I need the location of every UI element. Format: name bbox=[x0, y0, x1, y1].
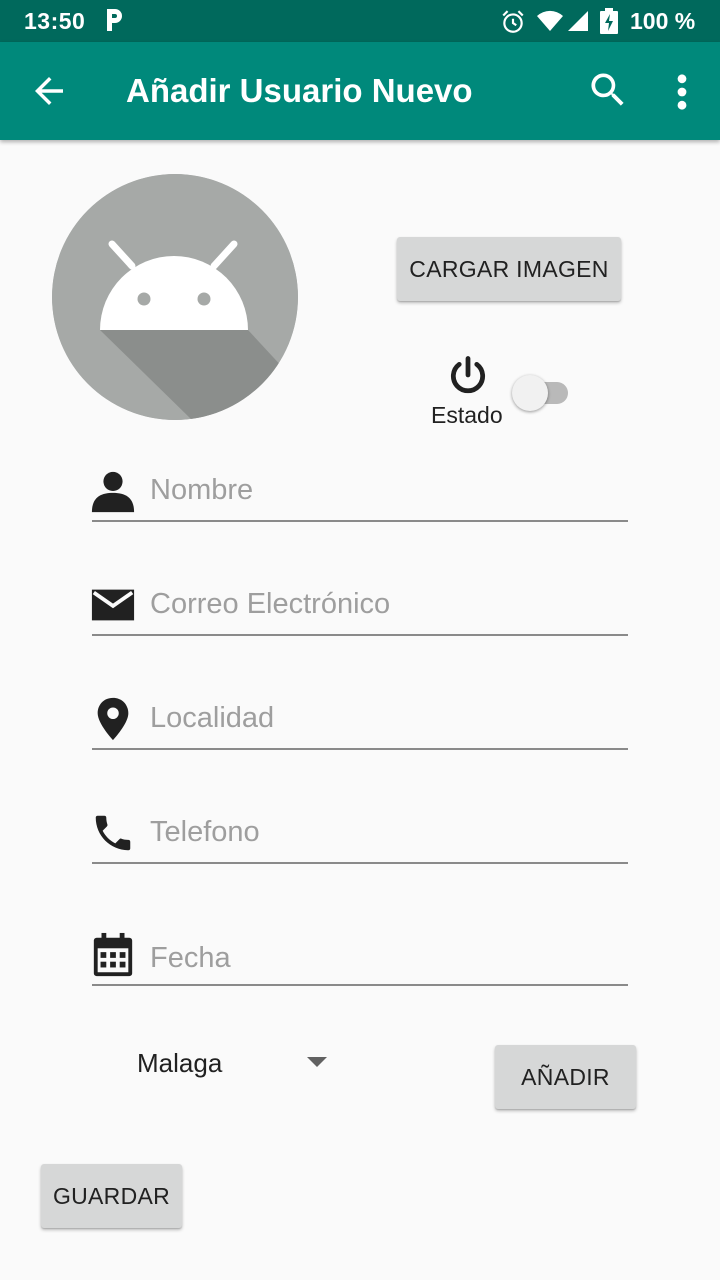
more-vert-icon[interactable] bbox=[664, 70, 700, 114]
signal-icon bbox=[568, 11, 588, 31]
nombre-field bbox=[90, 462, 630, 522]
save-button[interactable]: GUARDAR bbox=[41, 1164, 182, 1228]
localidad-input[interactable] bbox=[150, 696, 626, 740]
localidad-field bbox=[90, 690, 630, 750]
correo-field bbox=[90, 576, 630, 636]
field-underline bbox=[92, 634, 628, 636]
field-underline bbox=[92, 862, 628, 864]
email-input[interactable] bbox=[150, 582, 626, 626]
page-title: Añadir Usuario Nuevo bbox=[126, 72, 473, 109]
telefono-field bbox=[90, 804, 630, 864]
search-icon[interactable] bbox=[586, 68, 630, 112]
wifi-icon bbox=[537, 10, 563, 31]
alarm-icon bbox=[502, 10, 524, 33]
android-placeholder-icon bbox=[52, 174, 298, 420]
field-underline bbox=[92, 520, 628, 522]
person-icon bbox=[91, 471, 135, 513]
parking-icon bbox=[107, 9, 122, 31]
fecha-input[interactable] bbox=[150, 936, 626, 980]
estado-label: Estado bbox=[431, 402, 503, 428]
field-underline bbox=[92, 984, 628, 986]
location-spinner[interactable]: Malaga bbox=[120, 1032, 340, 1092]
email-icon bbox=[91, 589, 135, 621]
calendar-icon bbox=[93, 932, 133, 977]
switch-thumb bbox=[512, 375, 548, 411]
arrow-back-icon[interactable] bbox=[28, 70, 70, 112]
app-bar: Añadir Usuario Nuevo bbox=[0, 42, 720, 140]
field-underline bbox=[92, 748, 628, 750]
location-pin-icon bbox=[97, 697, 129, 741]
avatar[interactable] bbox=[52, 174, 298, 420]
nombre-input[interactable] bbox=[150, 468, 626, 512]
estado-switch[interactable] bbox=[510, 372, 572, 414]
battery-icon bbox=[600, 8, 618, 34]
dropdown-arrow-icon bbox=[307, 1057, 327, 1067]
telefono-input[interactable] bbox=[150, 810, 626, 854]
status-time: 13:50 bbox=[24, 8, 86, 34]
battery-percent: 100 % bbox=[630, 8, 696, 34]
status-bar: 13:50 100 % bbox=[0, 0, 720, 42]
load-image-button[interactable]: CARGAR IMAGEN bbox=[397, 237, 621, 301]
spinner-selected-value: Malaga bbox=[137, 1048, 223, 1078]
phone-icon bbox=[95, 815, 131, 851]
add-button[interactable]: AÑADIR bbox=[495, 1045, 636, 1109]
power-icon bbox=[450, 356, 486, 394]
fecha-field bbox=[90, 926, 630, 986]
